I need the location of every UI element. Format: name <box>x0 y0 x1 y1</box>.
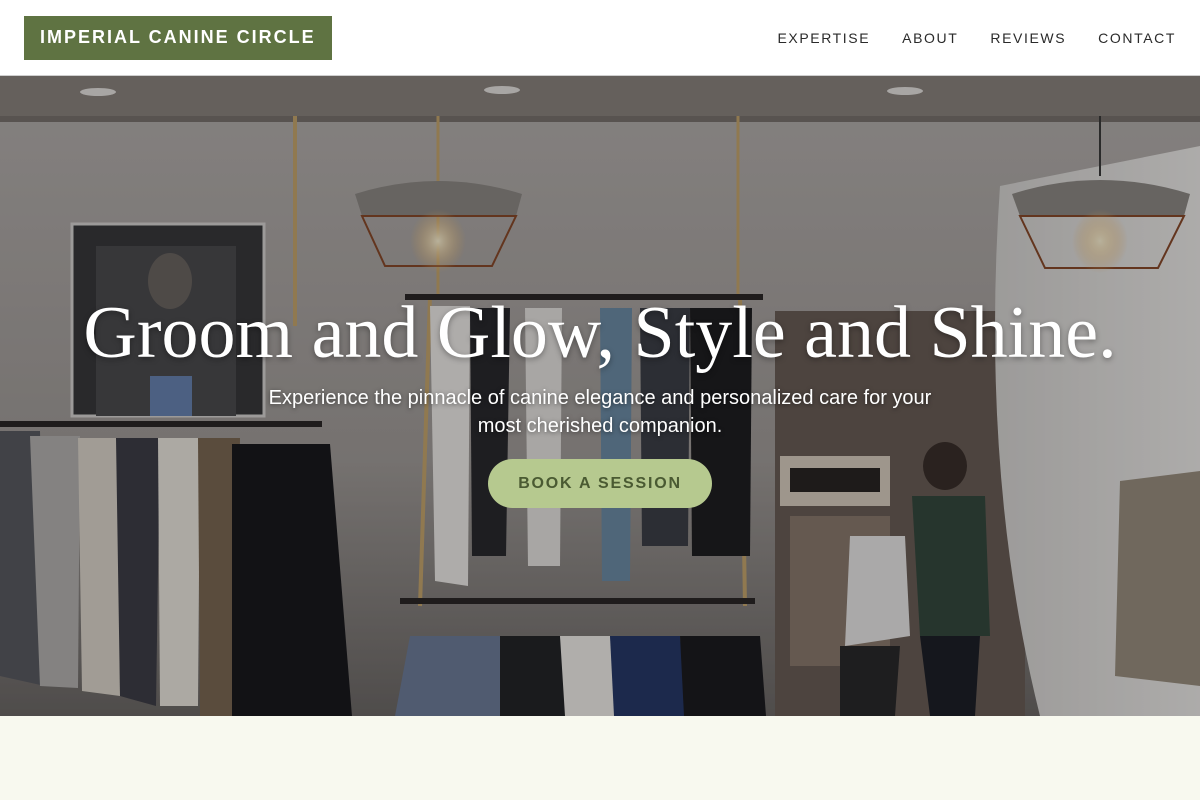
hero-content: Groom and Glow, Style and Shine. Experie… <box>0 76 1200 716</box>
book-session-button[interactable]: BOOK A SESSION <box>488 459 712 508</box>
nav-link-about[interactable]: ABOUT <box>902 30 958 46</box>
nav-link-contact[interactable]: CONTACT <box>1098 30 1176 46</box>
hero-title: Groom and Glow, Style and Shine. <box>83 292 1117 374</box>
site-header: IMPERIAL CANINE CIRCLE EXPERTISE ABOUT R… <box>0 0 1200 76</box>
nav-link-expertise[interactable]: EXPERTISE <box>777 30 870 46</box>
main-nav: EXPERTISE ABOUT REVIEWS CONTACT <box>777 30 1176 46</box>
hero-section: Groom and Glow, Style and Shine. Experie… <box>0 76 1200 716</box>
brand-logo[interactable]: IMPERIAL CANINE CIRCLE <box>24 15 332 60</box>
hero-subtitle: Experience the pinnacle of canine elegan… <box>268 387 932 437</box>
lower-section <box>0 716 1200 800</box>
nav-link-reviews[interactable]: REVIEWS <box>990 30 1066 46</box>
